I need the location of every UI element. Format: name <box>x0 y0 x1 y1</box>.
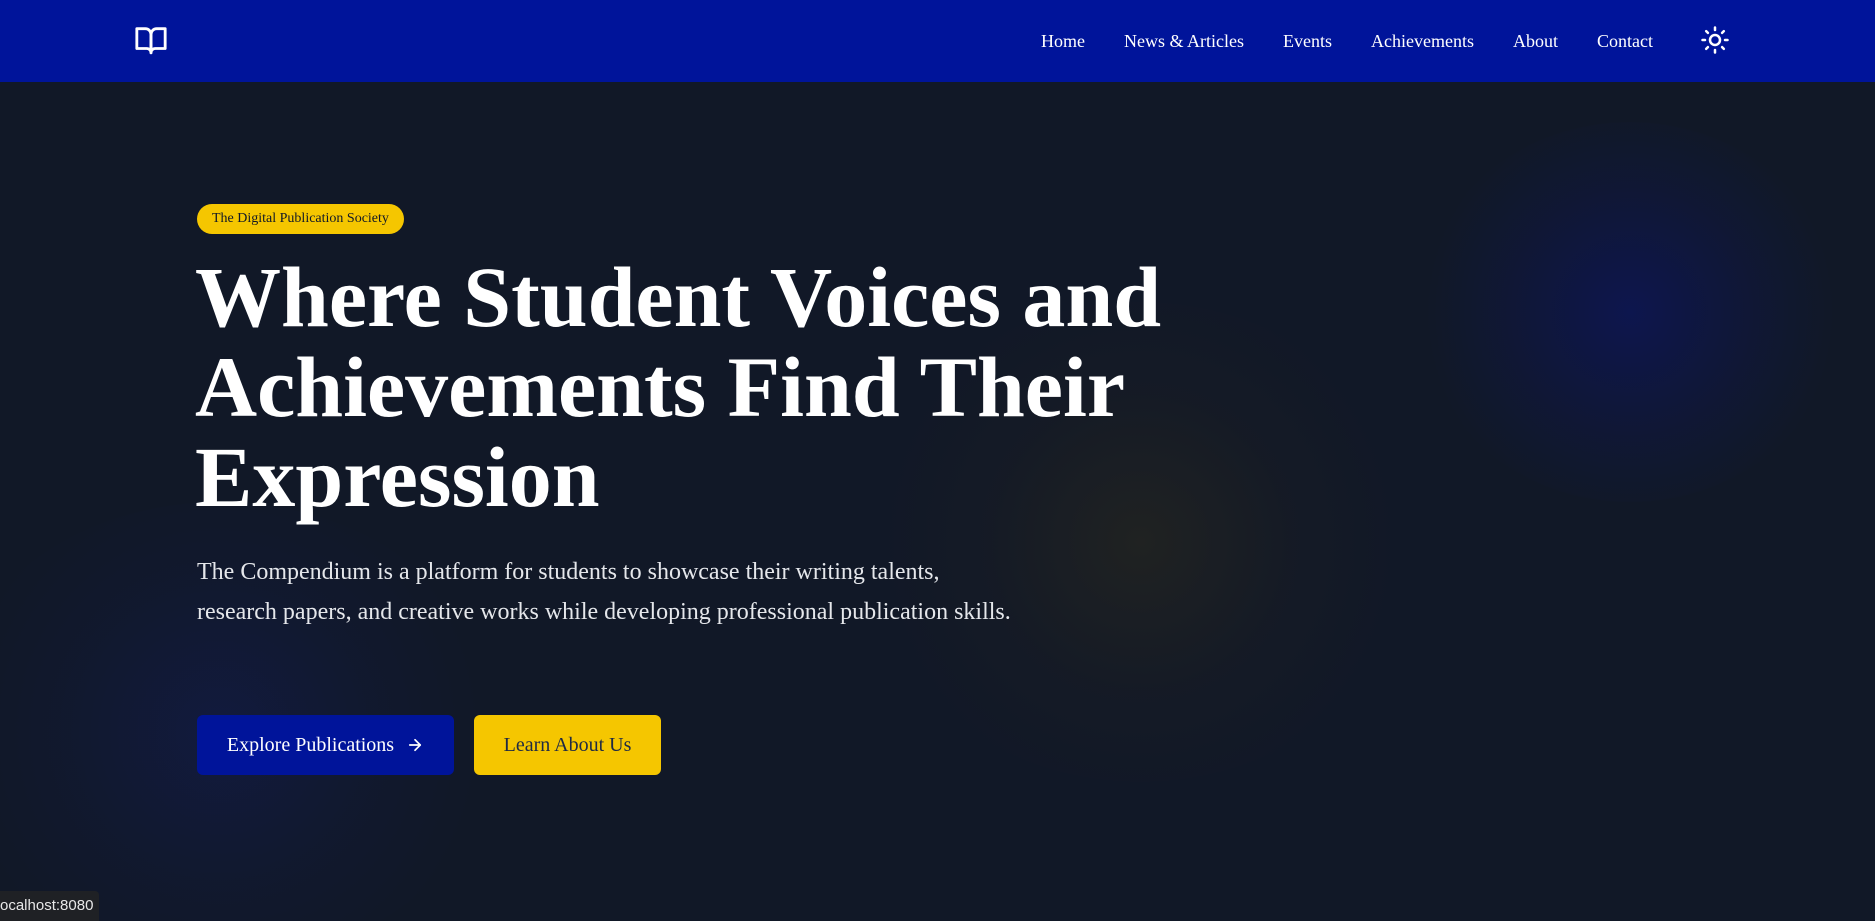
nav-link-about[interactable]: About <box>1513 31 1558 52</box>
learn-about-us-button[interactable]: Learn About Us <box>474 715 661 775</box>
top-navbar: Home News & Articles Events Achievements… <box>0 0 1875 82</box>
tagline-badge: The Digital Publication Society <box>197 204 404 234</box>
nav-link-home[interactable]: Home <box>1041 31 1085 52</box>
sun-icon[interactable] <box>1700 25 1730 55</box>
hero-section: The Digital Publication Society Where St… <box>0 82 1875 921</box>
nav-link-news-articles[interactable]: News & Articles <box>1124 31 1244 52</box>
background-glow <box>1420 122 1840 502</box>
explore-publications-button[interactable]: Explore Publications <box>197 715 454 775</box>
nav-link-contact[interactable]: Contact <box>1597 31 1653 52</box>
hero-title: Where Student Voices and Achievements Fi… <box>195 249 1162 525</box>
hero-subtitle: The Compendium is a platform for student… <box>197 559 1011 625</box>
browser-status-bar: ocalhost:8080 <box>0 891 100 921</box>
learn-about-us-label: Learn About Us <box>503 733 632 756</box>
explore-publications-label: Explore Publications <box>226 733 395 756</box>
arrow-right-icon <box>406 736 424 754</box>
open-book-icon[interactable] <box>134 23 168 57</box>
nav-link-achievements[interactable]: Achievements <box>1371 31 1474 52</box>
nav-links: Home News & Articles Events Achievements… <box>1041 0 1653 82</box>
nav-link-events[interactable]: Events <box>1283 31 1332 52</box>
